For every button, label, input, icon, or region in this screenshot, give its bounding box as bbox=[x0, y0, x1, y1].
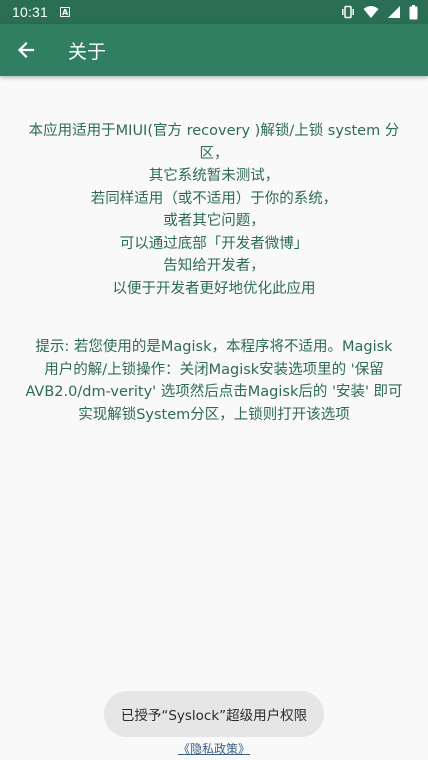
battery-icon bbox=[409, 4, 418, 19]
back-button[interactable] bbox=[0, 24, 52, 76]
about-line: 以便于开发者更好地优化此应用 bbox=[112, 280, 316, 297]
tip-line: AVB2.0/dm-verity' 选项然后点击Magisk后的 '安装' 即可 bbox=[25, 384, 403, 400]
app-bar: 关于 bbox=[0, 24, 428, 76]
about-line: 本应用适用于MIUI(官方 recovery )解锁/上锁 system 分 bbox=[28, 123, 400, 139]
about-line: 告知给开发者， bbox=[163, 258, 265, 274]
tip-line: 实现解锁System分区，上锁则打开该选项 bbox=[78, 406, 350, 423]
arrow-left-icon bbox=[17, 41, 35, 59]
wifi-icon bbox=[363, 6, 379, 18]
about-content: 本应用适用于MIUI(官方 recovery )解锁/上锁 system 分 区… bbox=[20, 120, 408, 426]
privacy-policy-label[interactable]: 《隐私政策》 bbox=[178, 742, 250, 756]
vibrate-icon bbox=[342, 5, 354, 19]
about-line: 区， bbox=[199, 145, 229, 162]
magisk-tip: 提示: 若您使用的是Magisk，本程序将不适用。Magisk 用户的解/上锁操… bbox=[20, 336, 408, 426]
signal-icon bbox=[388, 6, 400, 18]
notification-a-icon: A bbox=[60, 7, 71, 17]
page-title: 关于 bbox=[68, 40, 107, 63]
tip-line: 提示: 若您使用的是Magisk，本程序将不适用。Magisk bbox=[35, 339, 393, 355]
about-line: 或者其它问题， bbox=[163, 213, 265, 229]
tip-line: 用户的解/上锁操作：关闭Magisk安装选项里的 '保留 bbox=[44, 361, 384, 378]
privacy-policy-link[interactable]: 《隐私政策》 bbox=[0, 740, 428, 757]
status-time: 10:31 bbox=[12, 4, 49, 20]
toast-message: 已授予“Syslock”超级用户权限 bbox=[104, 691, 324, 737]
about-description: 本应用适用于MIUI(官方 recovery )解锁/上锁 system 分 区… bbox=[20, 120, 408, 300]
status-bar: 10:31 A bbox=[0, 0, 428, 24]
status-icons bbox=[341, 4, 418, 20]
about-line: 可以通过底部「开发者微博」 bbox=[119, 235, 309, 252]
about-line: 若同样适用（或不适用）于你的系统， bbox=[90, 190, 338, 207]
about-line: 其它系统暂未测试， bbox=[148, 168, 280, 184]
